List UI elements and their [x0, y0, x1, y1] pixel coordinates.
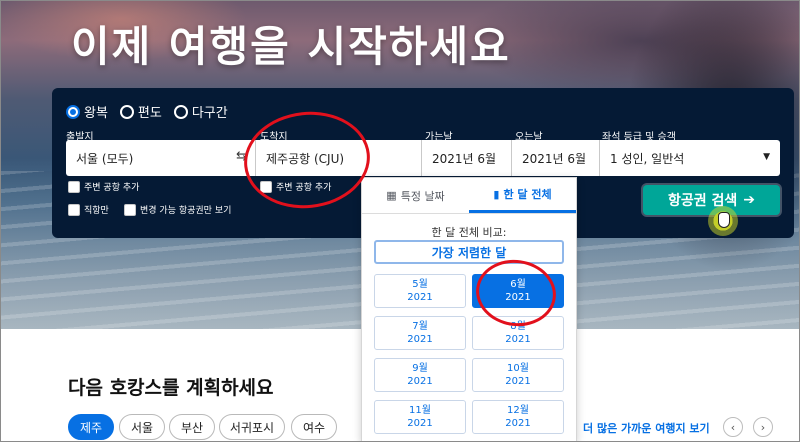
month-label: 9월: [412, 363, 428, 374]
cheapest-month-button[interactable]: 가장 저렴한 달: [374, 240, 564, 264]
chevron-down-icon[interactable]: ▼: [763, 152, 770, 162]
radio-selected-icon[interactable]: [66, 104, 80, 119]
checkbox-icon[interactable]: [260, 180, 272, 193]
trip-type-roundtrip[interactable]: 왕복: [66, 102, 108, 121]
nearby-airports-from-option[interactable]: 주변 공항 추가: [68, 180, 139, 193]
checkbox-label: 변경 가능 항공권만 보기: [140, 206, 232, 216]
from-field[interactable]: 서울 (모두) ⇆: [66, 140, 256, 176]
month-july[interactable]: 7월 2021: [374, 316, 466, 350]
trip-type-label: 다구간: [191, 106, 228, 121]
checkbox-label: 주변 공항 추가: [276, 183, 332, 193]
depart-field[interactable]: 2021년 6월: [422, 140, 512, 176]
checkbox-label: 주변 공항 추가: [84, 183, 140, 193]
nearby-airports-to-option[interactable]: 주변 공항 추가: [260, 180, 331, 193]
radio-icon[interactable]: [173, 104, 188, 119]
prev-arrow-icon[interactable]: ‹: [723, 417, 743, 437]
return-field[interactable]: 2021년 6월: [512, 140, 600, 176]
chip-yeosu[interactable]: 여수: [291, 414, 337, 440]
trip-type-selector: 왕복 편도 다구간: [66, 102, 228, 121]
checkbox-icon[interactable]: [68, 180, 80, 193]
month-label: 12월: [507, 405, 529, 416]
month-label: 7월: [412, 321, 428, 332]
month-year: 2021: [407, 418, 433, 429]
swap-icon[interactable]: ⇆: [236, 149, 247, 164]
month-picker-popup: ▦ 특정 날짜 ▮ 한 달 전체 한 달 전체 비교: 가장 저렴한 달 5월 …: [361, 177, 577, 442]
to-value: 제주공항 (CJU): [266, 151, 345, 166]
arrow-right-icon: ➔: [743, 192, 755, 208]
month-november[interactable]: 11월 2021: [374, 400, 466, 434]
hand-cursor-icon: [718, 212, 730, 228]
next-arrow-icon[interactable]: ›: [753, 417, 773, 437]
trip-type-label: 편도: [137, 106, 162, 121]
trip-type-label: 왕복: [84, 106, 108, 121]
tab-specific-date[interactable]: ▦ 특정 날짜: [362, 178, 469, 213]
month-label: 8월: [510, 321, 526, 332]
depart-value: 2021년 6월: [432, 151, 497, 166]
calendar-subtitle: 한 달 전체 비교:: [431, 226, 507, 239]
to-field[interactable]: 제주공항 (CJU): [256, 140, 422, 176]
direct-only-option[interactable]: 직항만: [68, 203, 109, 216]
trip-type-multicity[interactable]: 다구간: [173, 102, 228, 121]
month-year: 2021: [407, 376, 433, 387]
cabin-field[interactable]: 1 성인, 일반석 ▼: [600, 140, 780, 176]
tab-label: 특정 날짜: [400, 189, 445, 203]
chip-seogwipo[interactable]: 서귀포시: [219, 414, 285, 440]
checkbox-label: 직항만: [84, 206, 109, 216]
chip-busan[interactable]: 부산: [169, 414, 215, 440]
month-december[interactable]: 12월 2021: [472, 400, 564, 434]
calendar-tabs: ▦ 특정 날짜 ▮ 한 달 전체: [362, 178, 576, 214]
month-year: 2021: [505, 418, 531, 429]
more-destinations-link[interactable]: 더 많은 가까운 여행지 보기: [583, 420, 710, 436]
return-value: 2021년 6월: [522, 151, 587, 166]
hero-title: 이제 여행을 시작하세요: [71, 22, 511, 71]
month-year: 2021: [505, 334, 531, 345]
month-year: 2021: [407, 292, 433, 303]
section-title: 다음 호캉스를 계획하세요: [68, 377, 274, 399]
radio-icon[interactable]: [119, 104, 134, 119]
tab-whole-month[interactable]: ▮ 한 달 전체: [469, 178, 576, 213]
checkbox-icon[interactable]: [124, 203, 136, 216]
trip-type-oneway[interactable]: 편도: [119, 102, 162, 121]
month-label: 6월: [510, 279, 526, 290]
checkbox-icon[interactable]: [68, 203, 80, 216]
month-may[interactable]: 5월 2021: [374, 274, 466, 308]
month-label: 11월: [409, 405, 431, 416]
month-june[interactable]: 6월 2021: [472, 274, 564, 308]
month-september[interactable]: 9월 2021: [374, 358, 466, 392]
month-august[interactable]: 8월 2021: [472, 316, 564, 350]
month-october[interactable]: 10월 2021: [472, 358, 564, 392]
month-label: 10월: [507, 363, 529, 374]
cabin-value: 1 성인, 일반석: [610, 151, 685, 166]
bar-chart-icon: ▮: [493, 187, 500, 201]
month-year: 2021: [407, 334, 433, 345]
month-label: 5월: [412, 279, 428, 290]
month-year: 2021: [505, 292, 531, 303]
from-value: 서울 (모두): [76, 151, 134, 166]
flexible-tickets-option[interactable]: 변경 가능 항공권만 보기: [124, 203, 231, 216]
month-year: 2021: [505, 376, 531, 387]
calendar-icon: ▦: [386, 189, 397, 202]
chip-seoul[interactable]: 서울: [119, 414, 165, 440]
chip-jeju[interactable]: 제주: [68, 414, 114, 440]
tab-label: 한 달 전체: [503, 188, 552, 201]
